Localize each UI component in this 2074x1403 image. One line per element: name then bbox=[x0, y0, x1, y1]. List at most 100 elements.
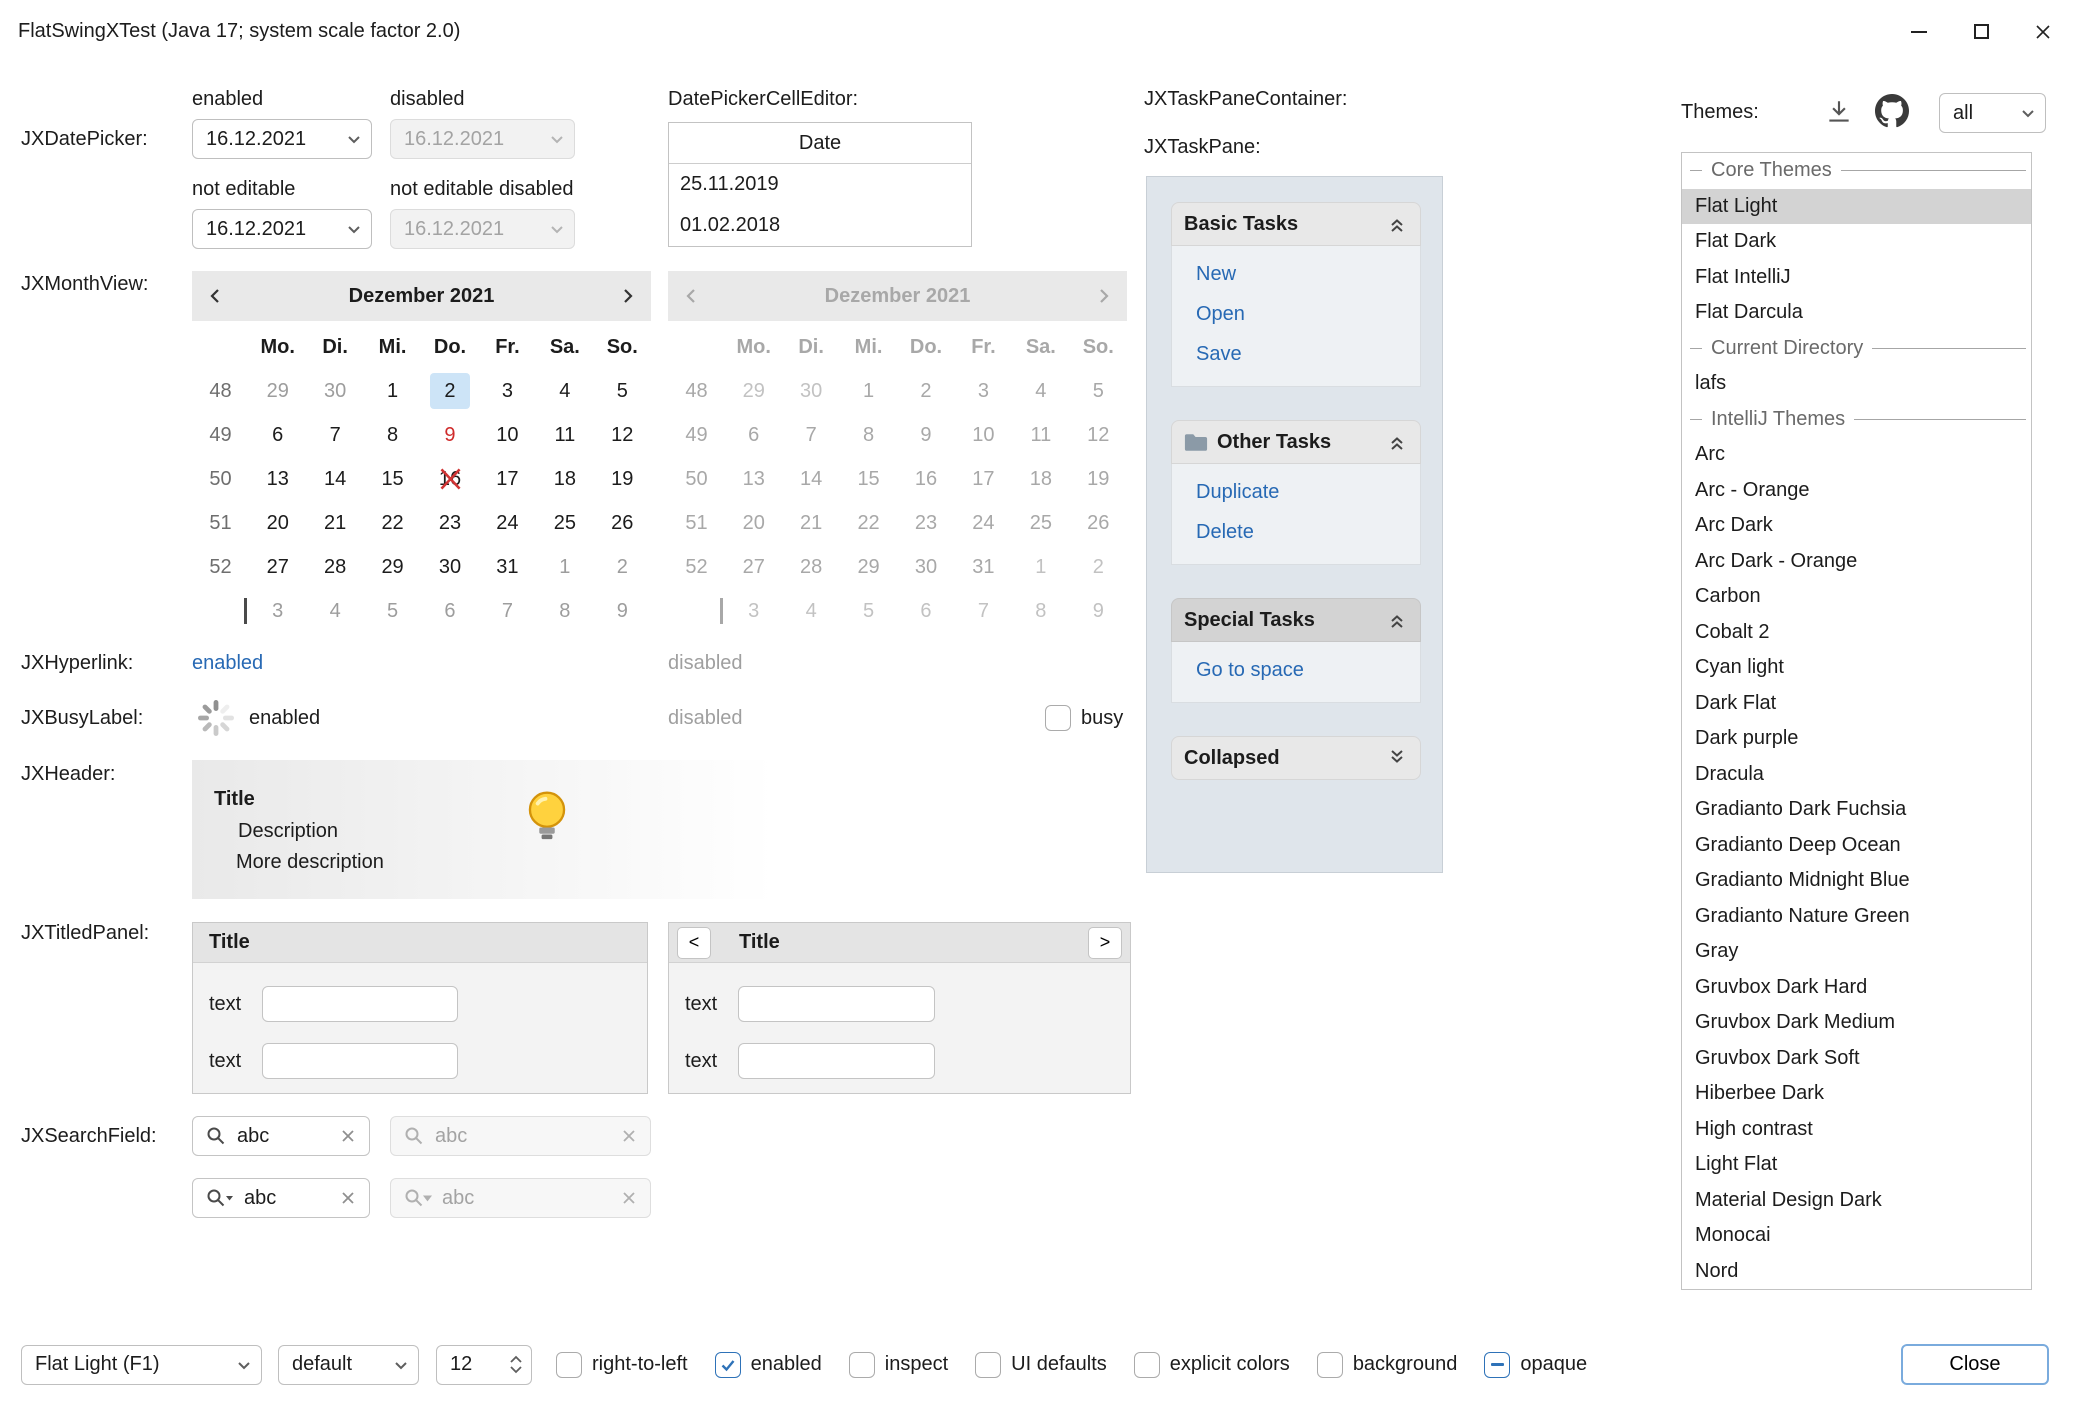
download-themes-icon[interactable] bbox=[1824, 97, 1854, 127]
theme-list-item[interactable]: lafs bbox=[1682, 366, 2031, 402]
calendar-day[interactable]: 5 bbox=[594, 369, 651, 413]
theme-list-item[interactable]: Flat IntelliJ bbox=[1682, 260, 2031, 296]
titled-panel-prev-button[interactable]: < bbox=[677, 927, 711, 959]
theme-list-item[interactable]: Gradianto Deep Ocean bbox=[1682, 828, 2031, 864]
expand-chevron-icon[interactable] bbox=[1386, 747, 1408, 769]
taskpane-header-basic-tasks[interactable]: Basic Tasks bbox=[1171, 202, 1421, 246]
theme-list-item[interactable]: Arc Dark - Orange bbox=[1682, 544, 2031, 580]
theme-list-item[interactable]: Carbon bbox=[1682, 579, 2031, 615]
theme-list-item[interactable]: Gradianto Midnight Blue bbox=[1682, 863, 2031, 899]
calendar-day[interactable]: 18 bbox=[536, 457, 593, 501]
chevron-down-icon[interactable] bbox=[337, 220, 371, 238]
calendar-day[interactable]: 14 bbox=[306, 457, 363, 501]
theme-list-item[interactable]: Dracula bbox=[1682, 757, 2031, 793]
calendar-day[interactable]: 7 bbox=[306, 413, 363, 457]
theme-list-item[interactable]: Light Flat bbox=[1682, 1147, 2031, 1183]
text-input[interactable] bbox=[738, 986, 935, 1022]
datepicker-value[interactable]: 16.12.2021 bbox=[193, 218, 337, 241]
theme-list-item[interactable]: Monocai bbox=[1682, 1218, 2031, 1254]
chevron-down-icon[interactable] bbox=[384, 1356, 418, 1374]
clear-search-icon[interactable] bbox=[338, 1126, 358, 1146]
checkbox-background[interactable]: background bbox=[1317, 1352, 1458, 1378]
table-cell-date[interactable]: 25.11.2019 bbox=[669, 164, 971, 205]
chevron-down-icon[interactable] bbox=[2011, 104, 2045, 122]
text-input[interactable] bbox=[738, 1043, 935, 1079]
calendar-day[interactable]: 12 bbox=[594, 413, 651, 457]
calendar-day[interactable]: 3 bbox=[479, 369, 536, 413]
collapse-chevron-icon[interactable] bbox=[1386, 431, 1408, 453]
calendar-day[interactable]: 27 bbox=[249, 545, 306, 589]
datepicker-not-editable[interactable]: 16.12.2021 bbox=[192, 209, 372, 249]
taskpane-header-other-tasks[interactable]: Other Tasks bbox=[1171, 420, 1421, 464]
calendar-day[interactable]: 4 bbox=[536, 369, 593, 413]
calendar-day[interactable]: 5 bbox=[364, 589, 421, 633]
spinner-up-icon[interactable] bbox=[509, 1355, 523, 1364]
calendar-day[interactable]: 17 bbox=[479, 457, 536, 501]
hyperlink-enabled[interactable]: enabled bbox=[192, 645, 263, 681]
text-input[interactable] bbox=[262, 1043, 458, 1079]
theme-list-item[interactable]: Dark purple bbox=[1682, 721, 2031, 757]
combo-value[interactable]: default bbox=[279, 1353, 384, 1376]
checkbox-inspect[interactable]: inspect bbox=[849, 1352, 948, 1378]
calendar-day[interactable]: 31 bbox=[479, 545, 536, 589]
calendar-day[interactable]: 6 bbox=[421, 589, 478, 633]
spinner-down-icon[interactable] bbox=[509, 1365, 523, 1374]
checkbox-box[interactable] bbox=[1317, 1352, 1343, 1378]
calendar-day[interactable]: 13 bbox=[249, 457, 306, 501]
search-input[interactable]: abc bbox=[244, 1187, 338, 1210]
calendar-day[interactable]: 21 bbox=[306, 501, 363, 545]
calendar-day[interactable]: 8 bbox=[364, 413, 421, 457]
next-month-button[interactable] bbox=[603, 286, 651, 306]
theme-list-item[interactable]: Nord bbox=[1682, 1254, 2031, 1290]
theme-list-item[interactable]: Arc Dark bbox=[1682, 508, 2031, 544]
theme-list-item[interactable]: Flat Dark bbox=[1682, 224, 2031, 260]
search-field-enabled[interactable]: abc bbox=[192, 1116, 370, 1156]
taskpane-header-special-tasks[interactable]: Special Tasks bbox=[1171, 598, 1421, 642]
theme-list-item[interactable]: Hiberbee Dark bbox=[1682, 1076, 2031, 1112]
theme-list-item[interactable]: Flat Darcula bbox=[1682, 295, 2031, 331]
checkbox-right-to-left[interactable]: right-to-left bbox=[556, 1352, 688, 1378]
calendar-day[interactable]: 2 bbox=[421, 369, 478, 413]
calendar-day[interactable]: 25 bbox=[536, 501, 593, 545]
checkbox-box[interactable] bbox=[975, 1352, 1001, 1378]
theme-list-item[interactable]: Gradianto Dark Fuchsia bbox=[1682, 792, 2031, 828]
calendar-day[interactable]: 20 bbox=[249, 501, 306, 545]
calendar-day[interactable]: 10 bbox=[479, 413, 536, 457]
checkbox-ui-defaults[interactable]: UI defaults bbox=[975, 1352, 1107, 1378]
datepicker-value[interactable]: 16.12.2021 bbox=[193, 128, 337, 151]
combo-value[interactable]: Flat Light (F1) bbox=[22, 1353, 227, 1376]
font-size-value[interactable]: 12 bbox=[437, 1353, 501, 1376]
search-input[interactable]: abc bbox=[237, 1125, 338, 1148]
taskpane-action-go-to-space[interactable]: Go to space bbox=[1196, 650, 1420, 690]
checkbox-box[interactable] bbox=[1045, 705, 1071, 731]
close-button[interactable]: Close bbox=[1901, 1344, 2049, 1385]
theme-list-item[interactable]: Gruvbox Dark Hard bbox=[1682, 970, 2031, 1006]
calendar-day[interactable]: 8 bbox=[536, 589, 593, 633]
combo-value[interactable]: all bbox=[1940, 102, 2011, 125]
calendar-day[interactable]: 30 bbox=[306, 369, 363, 413]
chevron-down-icon[interactable] bbox=[227, 1356, 261, 1374]
calendar-day[interactable]: 24 bbox=[479, 501, 536, 545]
clear-search-icon[interactable] bbox=[338, 1188, 358, 1208]
text-input[interactable] bbox=[262, 986, 458, 1022]
calendar-day[interactable]: 1 bbox=[536, 545, 593, 589]
collapse-chevron-icon[interactable] bbox=[1386, 609, 1408, 631]
calendar-day[interactable]: 16 bbox=[421, 457, 478, 501]
calendar-day[interactable]: 4 bbox=[306, 589, 363, 633]
taskpane-header-collapsed[interactable]: Collapsed bbox=[1171, 736, 1421, 780]
theme-list-item[interactable]: High contrast bbox=[1682, 1112, 2031, 1148]
checkbox-box[interactable] bbox=[1134, 1352, 1160, 1378]
maximize-button[interactable] bbox=[1950, 0, 2012, 63]
theme-filter-combo[interactable]: all bbox=[1939, 93, 2046, 133]
calendar-day[interactable]: 26 bbox=[594, 501, 651, 545]
theme-list-item[interactable]: Dark Flat bbox=[1682, 686, 2031, 722]
theme-list-item[interactable]: Gruvbox Dark Medium bbox=[1682, 1005, 2031, 1041]
minimize-button[interactable] bbox=[1888, 0, 1950, 63]
style-selector-combo[interactable]: default bbox=[278, 1345, 419, 1385]
calendar-day[interactable]: 3 bbox=[249, 589, 306, 633]
collapse-chevron-icon[interactable] bbox=[1386, 213, 1408, 235]
calendar-day[interactable]: 11 bbox=[536, 413, 593, 457]
calendar-day[interactable]: 15 bbox=[364, 457, 421, 501]
theme-list-item[interactable]: Material Design Dark bbox=[1682, 1183, 2031, 1219]
taskpane-action-save[interactable]: Save bbox=[1196, 334, 1420, 374]
